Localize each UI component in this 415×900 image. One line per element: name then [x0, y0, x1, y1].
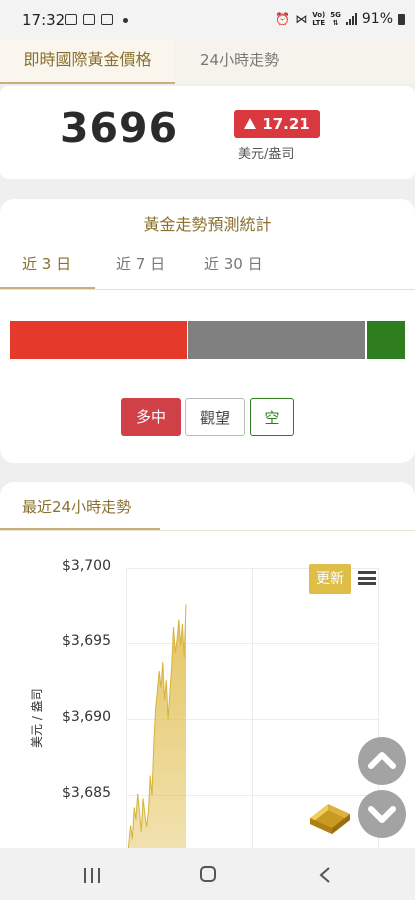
refresh-button[interactable]: 更新 — [309, 564, 351, 594]
chevron-up-icon — [368, 752, 396, 769]
home-icon[interactable] — [200, 866, 216, 882]
price-area-chart — [126, 604, 187, 869]
recent-apps-icon[interactable] — [84, 868, 102, 883]
scroll-down-button[interactable] — [358, 790, 406, 838]
chart-menu-icon[interactable] — [358, 571, 376, 585]
back-icon[interactable] — [318, 866, 332, 884]
system-nav-bar — [0, 848, 415, 900]
price-area-series — [127, 604, 186, 868]
scroll-up-button[interactable] — [358, 737, 406, 785]
gold-bar-icon — [310, 804, 350, 834]
chevron-down-icon — [368, 806, 396, 823]
